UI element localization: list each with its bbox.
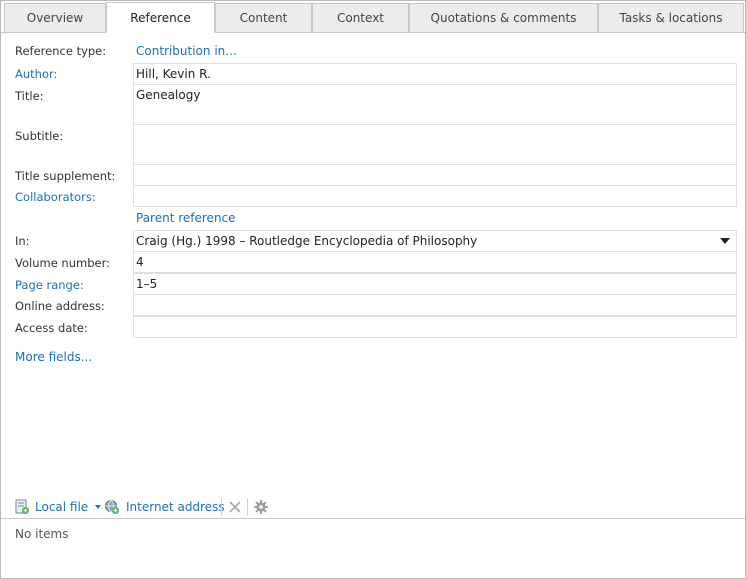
volume-number-value: 4 [136, 255, 144, 269]
tab-tasks-locations[interactable]: Tasks & locations [598, 3, 744, 33]
chevron-down-icon[interactable] [720, 238, 730, 244]
tab-reference[interactable]: Reference [106, 2, 215, 33]
internet-address-button[interactable]: Internet address [104, 495, 225, 519]
remove-button[interactable] [227, 495, 243, 519]
local-file-button[interactable]: Local file [14, 495, 102, 519]
volume-number-label: Volume number: [15, 256, 110, 270]
local-file-label: Local file [35, 500, 89, 514]
reference-type-label: Reference type: [15, 44, 107, 58]
tab-label: Reference [130, 10, 191, 25]
tab-quotations-comments[interactable]: Quotations & comments [409, 3, 598, 33]
attachments-list[interactable]: No items [1, 518, 745, 578]
title-value: Genealogy [136, 88, 201, 102]
online-address-field[interactable] [133, 294, 737, 316]
in-value: Craig (Hg.) 1998 – Routledge Encyclopedi… [136, 234, 478, 248]
subtitle-label: Subtitle: [15, 129, 64, 143]
tab-overview[interactable]: Overview [4, 3, 106, 33]
in-dropdown[interactable]: Craig (Hg.) 1998 – Routledge Encyclopedi… [133, 230, 737, 252]
more-fields-link[interactable]: More fields... [15, 350, 92, 364]
collaborators-label-link[interactable]: Collaborators: [15, 190, 96, 204]
reference-type-link[interactable]: Contribution in... [136, 44, 237, 58]
tab-label: Context [336, 11, 384, 25]
internet-address-label: Internet address [126, 500, 225, 514]
settings-button[interactable] [253, 495, 269, 519]
chevron-down-icon[interactable] [95, 505, 102, 509]
author-field[interactable]: Hill, Kevin R. [133, 63, 737, 85]
collaborators-field[interactable] [133, 185, 737, 207]
toolbar-separator [221, 498, 222, 516]
toolbar-separator [247, 498, 248, 516]
author-value: Hill, Kevin R. [136, 67, 211, 81]
tab-label: Overview [26, 11, 84, 25]
page-range-value: 1–5 [136, 277, 158, 291]
online-address-label: Online address: [15, 299, 105, 313]
gear-icon [254, 500, 268, 514]
access-date-label: Access date: [15, 321, 88, 335]
reference-editor-panel: Overview Reference Content Context Quota… [0, 0, 746, 579]
tab-label: Content [239, 11, 288, 25]
subtitle-field[interactable] [133, 124, 737, 165]
access-date-field[interactable] [133, 316, 737, 338]
tab-content[interactable]: Content [215, 3, 312, 33]
tab-label: Tasks & locations [619, 11, 723, 25]
page-range-field[interactable]: 1–5 [133, 273, 737, 295]
globe-add-icon [105, 500, 119, 514]
local-file-icon [15, 499, 29, 514]
tab-bar: Overview Reference Content Context Quota… [1, 1, 745, 33]
close-icon [229, 501, 241, 513]
parent-reference-link[interactable]: Parent reference [136, 211, 236, 225]
title-supplement-field[interactable] [133, 164, 737, 186]
in-label: In: [15, 234, 30, 248]
tab-context[interactable]: Context [312, 3, 409, 33]
empty-list-text: No items [15, 527, 69, 541]
volume-number-field[interactable]: 4 [133, 251, 737, 273]
attachments-toolbar: Local file Internet address [1, 495, 745, 519]
page-range-label-link[interactable]: Page range: [15, 278, 84, 292]
title-label: Title: [15, 89, 44, 103]
title-field[interactable]: Genealogy [133, 84, 737, 125]
tab-label: Quotations & comments [430, 11, 577, 25]
title-supplement-label: Title supplement: [15, 169, 116, 183]
author-label-link[interactable]: Author: [15, 67, 57, 81]
